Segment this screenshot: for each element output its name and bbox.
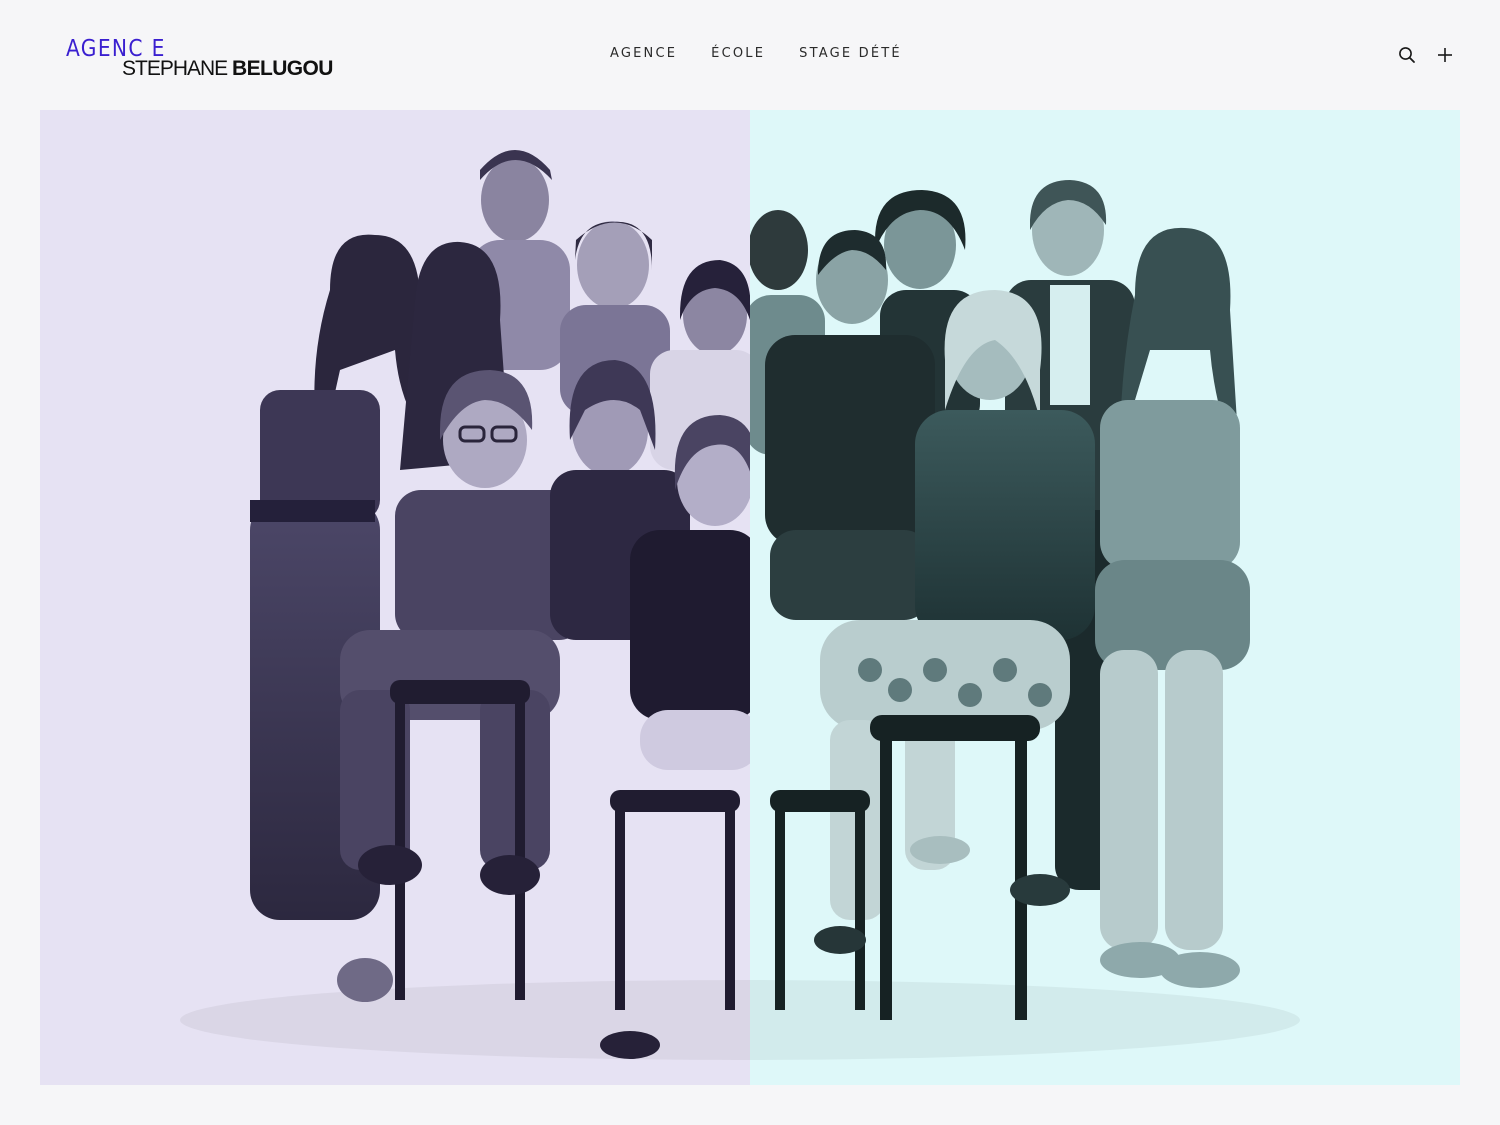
nav-item-ecole[interactable]: ÉCOLE <box>711 46 765 62</box>
logo-last-name: BELUGOU <box>232 57 333 80</box>
hero-group-photo <box>40 110 1460 1085</box>
plus-icon[interactable] <box>1434 44 1456 66</box>
logo-name-text: STEPHANE BELUGOU <box>122 57 333 81</box>
nav-item-agence[interactable]: AGENCE <box>610 46 677 62</box>
brand-logo[interactable]: AGENC E STEPHANE BELUGOU <box>64 36 354 82</box>
header-actions <box>1396 44 1456 66</box>
logo-first-name: STEPHANE <box>122 57 228 80</box>
search-icon[interactable] <box>1396 44 1418 66</box>
group-photo-illustration <box>180 150 1300 1060</box>
main-nav: AGENCE ÉCOLE STAGE DÉTÉ <box>610 46 902 62</box>
nav-item-stage-dete[interactable]: STAGE DÉTÉ <box>799 46 902 62</box>
site-header: AGENC E STEPHANE BELUGOU AGENCE ÉCOLE ST… <box>0 0 1500 110</box>
